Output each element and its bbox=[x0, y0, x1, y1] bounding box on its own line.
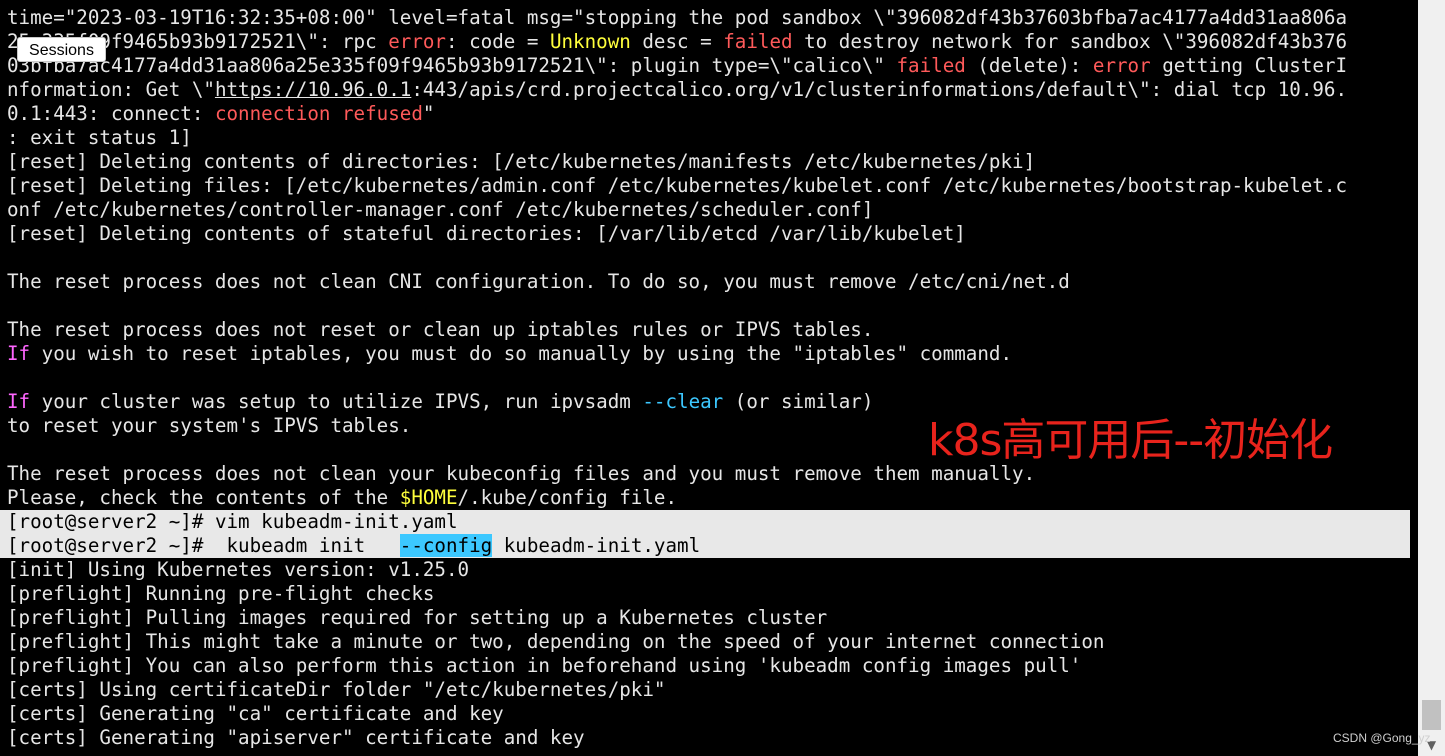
line-segment: Unknown bbox=[549, 30, 631, 53]
line-segment: failed bbox=[896, 54, 966, 77]
annotation-text: k8s高可用后--初始化 bbox=[928, 415, 1333, 466]
line-segment: [reset] Deleting files: [/etc/kubernetes… bbox=[7, 174, 1348, 197]
line-segment: connection refused bbox=[214, 102, 423, 125]
line-segment: [reset] Deleting contents of stateful di… bbox=[7, 222, 966, 245]
line-segment: [root@server2 ~]# bbox=[7, 534, 227, 557]
terminal-line: If you wish to reset iptables, you must … bbox=[7, 342, 1418, 366]
line-segment: nformation: Get \" bbox=[7, 78, 215, 101]
line-segment: kubeadm init bbox=[226, 534, 400, 557]
line-segment: to destroy network for sandbox \"396082d… bbox=[792, 30, 1348, 53]
line-segment: " bbox=[422, 102, 435, 125]
line-segment: [certs] Generating "apiserver" certifica… bbox=[7, 726, 585, 749]
line-segment: desc = bbox=[630, 30, 724, 53]
line-segment: 0.1:443: connect: bbox=[7, 102, 215, 125]
terminal-window[interactable]: time="2023-03-19T16:32:35+08:00" level=f… bbox=[0, 0, 1418, 756]
line-segment: 03bfba7ac4177a4dd31aa806a25e335f09f9465b… bbox=[7, 54, 897, 77]
terminal-line: : exit status 1] bbox=[7, 126, 1418, 150]
terminal-output[interactable]: time="2023-03-19T16:32:35+08:00" level=f… bbox=[0, 6, 1418, 750]
vertical-scrollbar[interactable]: ▼ bbox=[1418, 0, 1445, 756]
command-line: [root@server2 ~]# kubeadm init --config … bbox=[0, 534, 1410, 558]
line-segment: [certs] Using certificateDir folder "/et… bbox=[7, 678, 666, 701]
line-segment: /.kube/config file. bbox=[457, 486, 678, 509]
line-segment: [preflight] This might take a minute or … bbox=[7, 630, 1105, 653]
line-segment: If bbox=[7, 390, 31, 413]
scrollbar-thumb[interactable] bbox=[1422, 700, 1441, 730]
line-segment: [reset] Deleting contents of directories… bbox=[7, 150, 1036, 173]
line-segment: [certs] Generating "ca" certificate and … bbox=[7, 702, 504, 725]
line-segment: your cluster was setup to utilize IPVS, … bbox=[30, 390, 643, 413]
line-segment: getting ClusterI bbox=[1150, 54, 1348, 77]
terminal-line: [reset] Deleting files: [/etc/kubernetes… bbox=[7, 174, 1418, 198]
line-segment: error bbox=[388, 30, 446, 53]
line-segment: --clear bbox=[642, 390, 724, 413]
terminal-line: [certs] Generating "apiserver" certifica… bbox=[7, 726, 1418, 750]
line-segment: [preflight] Pulling images required for … bbox=[7, 606, 828, 629]
terminal-line: 0.1:443: connect: connection refused" bbox=[7, 102, 1418, 126]
line-segment: The reset process does not clean CNI con… bbox=[7, 270, 1070, 293]
terminal-line: The reset process does not clean CNI con… bbox=[7, 270, 1418, 294]
terminal-line: nformation: Get \"https://10.96.0.1:443/… bbox=[7, 78, 1418, 102]
line-segment: [init] Using Kubernetes version: v1.25.0 bbox=[7, 558, 470, 581]
line-segment: [preflight] Running pre-flight checks bbox=[7, 582, 435, 605]
line-segment: If bbox=[7, 342, 31, 365]
terminal-line: The reset process does not reset or clea… bbox=[7, 318, 1418, 342]
terminal-line: [init] Using Kubernetes version: v1.25.0 bbox=[7, 558, 1418, 582]
terminal-line: 03bfba7ac4177a4dd31aa806a25e335f09f9465b… bbox=[7, 54, 1418, 78]
terminal-line: [reset] Deleting contents of directories… bbox=[7, 150, 1418, 174]
line-segment: error bbox=[1092, 54, 1151, 77]
line-segment: The reset process does not reset or clea… bbox=[7, 318, 874, 341]
line-segment: vim kubeadm-init.yaml bbox=[214, 510, 458, 533]
line-segment: The reset process does not clean your ku… bbox=[7, 462, 1036, 485]
line-segment: time="2023-03-19T16:32:35+08:00" level=f… bbox=[7, 6, 1348, 29]
line-segment: :443/apis/crd.projectcalico.org/v1/clust… bbox=[411, 78, 1348, 101]
line-segment: $HOME bbox=[399, 486, 458, 509]
terminal-line: time="2023-03-19T16:32:35+08:00" level=f… bbox=[7, 6, 1418, 30]
line-segment: : code = bbox=[445, 30, 550, 53]
line-segment: (or similar) bbox=[723, 390, 874, 413]
line-segment: --config bbox=[399, 534, 493, 557]
terminal-line: onf /etc/kubernetes/controller-manager.c… bbox=[7, 198, 1418, 222]
terminal-line: 25e335f09f9465b93b9172521\": rpc error: … bbox=[7, 30, 1418, 54]
line-segment: to reset your system's IPVS tables. bbox=[7, 414, 412, 437]
terminal-line: [preflight] This might take a minute or … bbox=[7, 630, 1418, 654]
line-segment: [preflight] You can also perform this ac… bbox=[7, 654, 1082, 677]
line-segment: you wish to reset iptables, you must do … bbox=[30, 342, 1013, 365]
watermark: CSDN @Gong_yz bbox=[1333, 731, 1431, 745]
terminal-line: [reset] Deleting contents of stateful di… bbox=[7, 222, 1418, 246]
terminal-line: [certs] Using certificateDir folder "/et… bbox=[7, 678, 1418, 702]
url-link[interactable]: https://10.96.0.1 bbox=[215, 78, 411, 101]
terminal-line: [preflight] Pulling images required for … bbox=[7, 606, 1418, 630]
line-segment: kubeadm-init.yaml bbox=[492, 534, 701, 557]
terminal-line: [certs] Generating "ca" certificate and … bbox=[7, 702, 1418, 726]
terminal-line: [preflight] You can also perform this ac… bbox=[7, 654, 1418, 678]
line-segment: : exit status 1] bbox=[7, 126, 192, 149]
line-segment: onf /etc/kubernetes/controller-manager.c… bbox=[7, 198, 874, 221]
line-segment: failed bbox=[723, 30, 793, 53]
line-segment: [root@server2 ~]# bbox=[7, 510, 215, 533]
terminal-line: [preflight] Running pre-flight checks bbox=[7, 582, 1418, 606]
command-line: [root@server2 ~]# vim kubeadm-init.yaml bbox=[0, 510, 1410, 534]
sessions-tab[interactable]: Sessions bbox=[17, 37, 106, 62]
line-segment: Please, check the contents of the bbox=[7, 486, 400, 509]
terminal-line: Please, check the contents of the $HOME/… bbox=[7, 486, 1418, 510]
line-segment: (delete): bbox=[965, 54, 1093, 77]
